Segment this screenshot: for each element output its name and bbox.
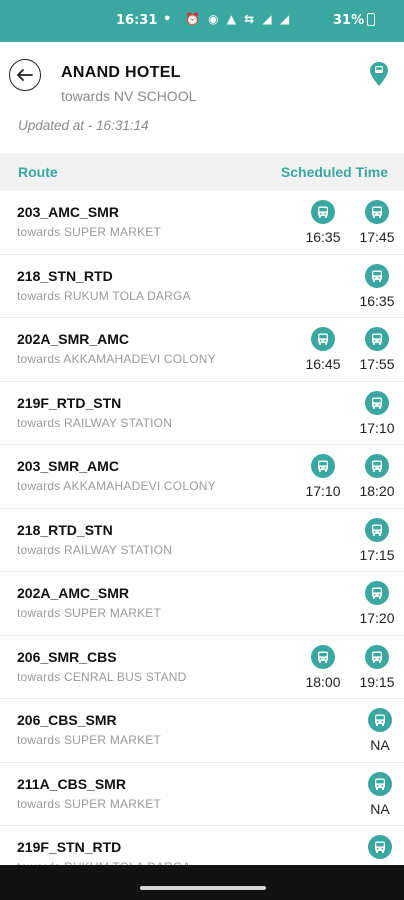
route-row[interactable]: 206_CBS_SMRtowards SUPER MARKET NA (0, 699, 404, 763)
scheduled-time: 18:20 (359, 483, 395, 499)
scheduled-time-slot: 17:15 (355, 517, 399, 563)
back-button[interactable] (9, 59, 41, 91)
bus-icon (365, 390, 389, 415)
route-direction: towards SUPER MARKET (17, 225, 162, 239)
scheduled-time-slot: 18:00 (301, 644, 345, 690)
route-name: 211A_CBS_SMR (17, 775, 126, 792)
route-row[interactable]: 211A_CBS_SMRtowards SUPER MARKET NA (0, 763, 404, 826)
map-pin-button[interactable] (368, 60, 390, 88)
scheduled-time-slot: 18:20 (355, 454, 399, 499)
status-bar: 16:31 • ⏰ ◉ ▲ ⇆ ◢ ◢ 31% (0, 0, 404, 42)
route-row[interactable]: 203_SMR_AMCtowards AKKAMAHADEVI COLONY 17… (0, 445, 404, 509)
route-row[interactable]: 218_STN_RTDtowards RUKUM TOLA DARGA 16:35 (0, 255, 404, 318)
bus-icon (368, 835, 392, 859)
bus-icon (365, 263, 389, 288)
route-row[interactable]: 202A_SMR_AMCtowards AKKAMAHADEVI COLONY 1… (0, 318, 404, 382)
route-row[interactable]: 206_SMR_CBStowards CENRAL BUS STAND 18:00… (0, 636, 404, 699)
route-name: 202A_SMR_AMC (17, 331, 130, 347)
route-name: 218_STN_RTD (17, 267, 113, 284)
bus-icon (311, 327, 335, 351)
route-column-header: Route (18, 164, 58, 180)
bus-icon (311, 644, 335, 669)
scheduled-time: NA (370, 737, 390, 753)
route-name: 218_RTD_STN (17, 521, 113, 538)
route-name: 203_AMC_SMR (17, 204, 119, 220)
scheduled-time-slot: 16:45 (301, 327, 345, 372)
map-pin-icon (370, 62, 388, 86)
updated-timestamp: Updated at - 16:31:14 (18, 118, 149, 133)
scheduled-time-slot: 16:35 (355, 263, 399, 309)
bus-icon (365, 517, 389, 542)
scheduled-time: NA (370, 800, 390, 817)
bus-icon (311, 454, 335, 478)
bus-icon (368, 708, 392, 732)
scheduled-time: 17:55 (359, 356, 395, 372)
stop-title: ANAND HOTEL (61, 64, 181, 81)
route-name: 206_SMR_CBS (17, 648, 117, 665)
status-icons: ⏰ ◉ ▲ ⇆ ◢ ◢ (185, 12, 292, 26)
scheduled-time: 17:45 (359, 229, 395, 245)
back-arrow-icon (17, 69, 33, 81)
bus-icon (368, 771, 392, 796)
route-direction: towards CENRAL BUS STAND (17, 669, 187, 684)
scheduled-time: 17:15 (359, 546, 395, 563)
scheduled-time: 18:00 (305, 673, 341, 690)
route-row[interactable]: 218_RTD_STNtowards RAILWAY STATION 17:15 (0, 509, 404, 572)
scheduled-time: 17:20 (359, 610, 395, 626)
notification-dot: • (163, 12, 172, 27)
battery-level: 31% (333, 13, 365, 28)
route-direction: towards AKKAMAHADEVI COLONY (17, 352, 216, 366)
route-direction: towards RAILWAY STATION (17, 542, 173, 557)
scheduled-time: 16:45 (305, 356, 341, 372)
bus-icon (311, 200, 335, 224)
route-direction: towards RUKUM TOLA DARGA (17, 288, 191, 303)
route-list[interactable]: 203_AMC_SMRtowards SUPER MARKET 16:35 17:4… (0, 191, 404, 865)
stop-direction: towards NV SCHOOL (61, 88, 197, 104)
scheduled-time: 17:10 (359, 419, 395, 436)
route-direction: towards AKKAMAHADEVI COLONY (17, 479, 216, 493)
bus-icon (365, 454, 389, 478)
route-direction: towards RAILWAY STATION (17, 415, 173, 430)
bus-icon (365, 327, 389, 351)
route-name: 219F_STN_RTD (17, 839, 122, 855)
scheduled-time: 19:15 (359, 673, 395, 690)
scheduled-time-slot: NA (358, 771, 402, 817)
table-header: Route Scheduled Time (0, 153, 404, 191)
route-name: 202A_AMC_SMR (17, 585, 130, 601)
bus-icon (365, 581, 389, 605)
scheduled-time: 17:10 (305, 483, 341, 499)
route-direction: towards SUPER MARKET (17, 796, 162, 811)
scheduled-time-slot: 17:10 (355, 390, 399, 436)
scheduled-time-column-header: Scheduled Time (280, 164, 388, 180)
route-name: 203_SMR_AMC (17, 458, 119, 474)
scheduled-time: 16:35 (305, 229, 341, 245)
scheduled-time-slot: 17:55 (355, 327, 399, 372)
route-row[interactable]: 202A_AMC_SMRtowards SUPER MARKET 17:20 (0, 572, 404, 636)
route-row[interactable]: 203_AMC_SMRtowards SUPER MARKET 16:35 17:4… (0, 191, 404, 255)
route-row[interactable]: 219F_STN_RTDtowards RUKUM TOLA DARGANA (0, 826, 404, 865)
route-direction: towards SUPER MARKET (17, 606, 162, 620)
scheduled-time-slot: 17:45 (355, 200, 399, 245)
scheduled-time-slot: 16:35 (301, 200, 345, 245)
battery-icon (367, 13, 375, 26)
status-time: 16:31 (116, 13, 158, 28)
scheduled-time: 16:35 (359, 292, 395, 309)
route-name: 206_CBS_SMR (17, 712, 117, 728)
route-direction: towards SUPER MARKET (17, 733, 162, 747)
bus-icon (365, 644, 389, 669)
route-row[interactable]: 219F_RTD_STNtowards RAILWAY STATION 17:10 (0, 382, 404, 445)
scheduled-time-slot: NA (358, 708, 402, 753)
scheduled-time-slot: NA (358, 835, 402, 865)
scheduled-time-slot: 19:15 (355, 644, 399, 690)
home-indicator[interactable] (140, 886, 266, 890)
bus-icon (365, 200, 389, 224)
route-name: 219F_RTD_STN (17, 394, 122, 411)
scheduled-time-slot: 17:10 (301, 454, 345, 499)
scheduled-time-slot: 17:20 (355, 581, 399, 626)
navigation-bar (0, 865, 404, 900)
